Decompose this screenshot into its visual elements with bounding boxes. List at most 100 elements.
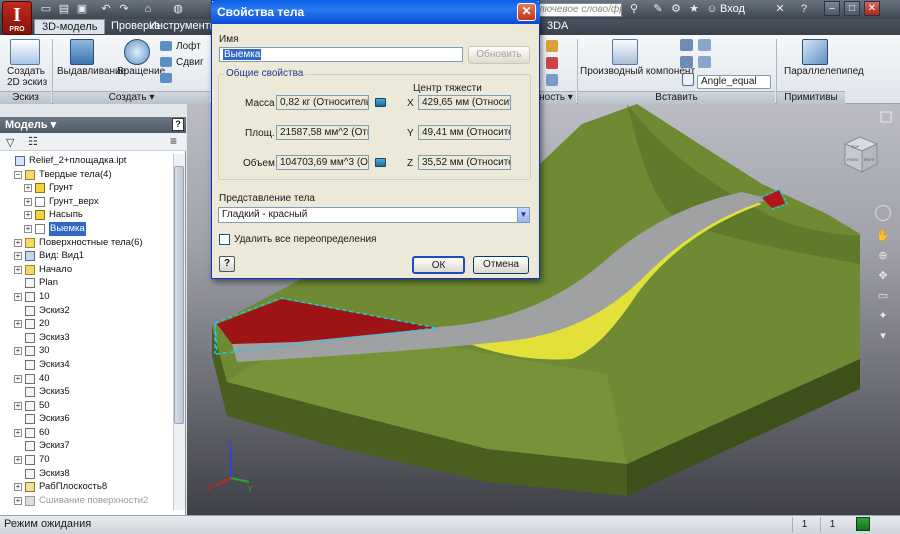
tree-item[interactable]: +70 (2, 453, 172, 467)
expand-icon[interactable]: + (14, 252, 22, 261)
tree-item[interactable]: +20 (2, 317, 172, 331)
expand-icon[interactable]: + (14, 265, 22, 274)
exchange-icon[interactable]: ✕ (772, 2, 788, 17)
sweep-label[interactable]: Сдвиг (176, 57, 204, 68)
expand-icon[interactable]: + (24, 197, 32, 206)
tab-3d-model[interactable]: 3D-модель (34, 19, 106, 34)
create-2d-sketch-label-2[interactable]: 2D эскиз (7, 77, 47, 88)
minimize-button[interactable]: – (824, 1, 840, 16)
maximize-button[interactable]: □ (844, 1, 860, 16)
panel-title-partial[interactable]: ность ▾ (536, 91, 576, 104)
area-field[interactable]: 21587,58 мм^2 (Отн (276, 125, 369, 140)
tree-item[interactable]: + Насыпь (2, 208, 172, 222)
expand-icon[interactable]: + (14, 456, 22, 465)
tree-item[interactable]: Эскиз2 (2, 304, 172, 318)
image-icon[interactable] (680, 56, 693, 68)
open-folder-icon[interactable]: ▤ (56, 2, 72, 17)
tree-item[interactable]: +10 (2, 290, 172, 304)
chevron-down-icon[interactable]: ▼ (517, 208, 529, 222)
tree-item[interactable]: + Сшивание поверхности2 (2, 494, 172, 508)
zoom-icon[interactable]: ⊕ (876, 249, 890, 263)
tree-item[interactable]: +30 (2, 344, 172, 358)
steering-wheel-icon[interactable] (875, 205, 891, 221)
expand-icon[interactable]: + (14, 428, 22, 437)
tree-item[interactable]: Relief_2+площадка.ipt (2, 154, 172, 168)
tools-icon[interactable]: ✎ (650, 2, 666, 17)
look-at-icon[interactable]: ▭ (876, 289, 890, 303)
dialog-help-button[interactable]: ? (219, 256, 235, 272)
search-input[interactable]: лючевое слово/фразу (535, 3, 622, 17)
expand-icon[interactable]: + (14, 347, 22, 356)
copy-icon[interactable] (698, 39, 711, 51)
cog-x-field[interactable]: 429,65 мм (Относитель (418, 95, 511, 110)
extrude-label[interactable]: Выдавливание (57, 66, 126, 77)
volume-field[interactable]: 104703,69 мм^3 (От (276, 155, 369, 170)
view-cube[interactable]: TOP FRONT RIGHT (843, 136, 879, 173)
tree-item[interactable]: + РабПлоскость8 (2, 480, 172, 494)
cog-z-field[interactable]: 35,52 мм (Относитель (418, 155, 511, 170)
parallelepiped-label[interactable]: Параллелепипед (784, 66, 864, 77)
tree-item[interactable]: +40 (2, 372, 172, 386)
star-icon[interactable]: ★ (686, 2, 702, 17)
expand-icon[interactable]: + (24, 211, 32, 220)
nav-menu-icon[interactable]: ▾ (876, 329, 890, 343)
browser-header[interactable]: Модель ▾ (0, 117, 186, 133)
panel-title-create[interactable]: Создать ▾ (53, 91, 210, 104)
tree-item[interactable]: Эскиз3 (2, 331, 172, 345)
dialog-title[interactable]: Свойства тела (211, 0, 540, 24)
loft-icon[interactable] (160, 41, 172, 51)
undo-icon[interactable]: ↶ (98, 2, 114, 17)
loft-label[interactable]: Лофт (176, 41, 201, 52)
sweep-icon[interactable] (160, 57, 172, 67)
expand-icon[interactable]: + (14, 374, 22, 383)
name-field[interactable]: Выемка (219, 47, 463, 62)
home-view-icon[interactable] (880, 111, 892, 123)
help-icon[interactable]: ? (796, 2, 812, 17)
tree-item[interactable]: Эскиз8 (2, 467, 172, 481)
tree-item[interactable]: Эскиз4 (2, 358, 172, 372)
modify-icon-1[interactable] (546, 40, 558, 52)
representation-select[interactable]: Гладкий - красный (218, 207, 530, 223)
close-button[interactable]: ✕ (864, 1, 880, 16)
filter-icon[interactable]: ▽ (6, 136, 14, 149)
gear-icon[interactable]: ⚙ (668, 2, 684, 17)
update-button[interactable]: Обновить (468, 46, 530, 64)
calculator-icon[interactable] (375, 158, 386, 167)
browser-help-icon[interactable]: ? (172, 118, 184, 131)
tree-item[interactable]: + Грунт_верх (2, 195, 172, 209)
angle-equal-label[interactable]: Angle_equal (701, 76, 757, 87)
modify-icon-2[interactable] (546, 57, 558, 69)
expand-icon[interactable]: + (14, 320, 22, 329)
tree-item[interactable]: + Поверхностные тела(6) (2, 236, 172, 250)
new-file-icon[interactable]: ▭ (38, 2, 54, 17)
ok-button[interactable]: ОК (412, 256, 465, 274)
tree-item[interactable]: Эскиз6 (2, 412, 172, 426)
pan-icon[interactable]: ✋ (876, 229, 890, 243)
cancel-button[interactable]: Отмена (473, 256, 529, 274)
binoculars-icon[interactable]: ⚲ (626, 2, 642, 17)
free-orbit-icon[interactable]: ✦ (876, 309, 890, 323)
delete-overrides-checkbox[interactable] (219, 234, 230, 245)
save-icon[interactable]: ▣ (74, 2, 90, 17)
expand-icon[interactable]: + (14, 292, 22, 301)
tab-3da[interactable]: 3DA (540, 19, 575, 34)
color-icon[interactable]: ◍ (170, 2, 186, 17)
tree-item[interactable]: Эскиз7 (2, 439, 172, 453)
redo-icon[interactable]: ↷ (116, 2, 132, 17)
expand-icon[interactable]: + (14, 483, 22, 492)
browser-scroll-thumb[interactable] (174, 166, 184, 424)
tree-item[interactable]: Эскиз5 (2, 385, 172, 399)
rib-icon[interactable] (160, 73, 172, 83)
tree-icon[interactable]: ☷ (28, 135, 38, 148)
collapse-icon[interactable]: − (14, 170, 22, 179)
tree-item[interactable]: +50 (2, 399, 172, 413)
expand-icon[interactable]: + (24, 184, 32, 193)
orbit-icon[interactable]: ✥ (876, 269, 890, 283)
tree-item[interactable]: − Твердые тела(4) (2, 168, 172, 182)
expand-icon[interactable]: + (24, 224, 32, 233)
tree-item[interactable]: + Грунт (2, 181, 172, 195)
derived-component-icon[interactable] (612, 39, 638, 65)
expand-icon[interactable]: + (14, 401, 22, 410)
user-icon[interactable]: ☺ (704, 2, 720, 17)
modify-icon-3[interactable] (546, 74, 558, 86)
